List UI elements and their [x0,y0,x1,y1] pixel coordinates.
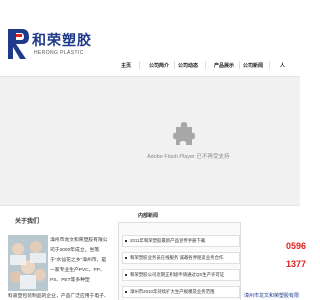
about-description-continued: 料吸塑包装制品的企业，产品广泛应用于电子、 [8,294,109,299]
nav-divider [174,61,175,69]
news-item[interactable]: 2011年和荣塑胶最新产品宣传手册下载 [122,235,240,247]
news-item-title[interactable]: 漳州市2010年持续扩大生产规模及业务范围 [130,289,214,294]
news-item[interactable]: 和荣塑胶公司近期正积极申请通过QS生产许可证 [122,269,240,281]
bullet-icon [125,291,127,293]
nav-item-more[interactable]: 人 [280,62,285,69]
flash-unsupported-message: Adobe Flash Player 已不再受支持 [147,154,230,160]
nav-item-company-updates[interactable]: 公司动态 [178,62,198,69]
nav-divider [139,61,140,69]
news-item[interactable]: 和荣塑胶业务员在线服务 诚邀各界朋友业务合作 [122,252,240,264]
nav-item-company-news[interactable]: 公司新闻 [243,62,263,69]
flash-banner-placeholder[interactable] [0,76,300,206]
nav-divider [239,61,240,69]
company-name-link[interactable]: 漳州市龙文和荣塑胶有限 [244,292,299,299]
about-photo [8,235,48,291]
brand-name-en: HERONG PLASTIC [34,50,84,56]
internal-news-heading: 内部新闻 [138,213,159,219]
nav-divider [205,61,206,69]
nav-item-company-profile[interactable]: 公司简介 [149,62,169,69]
nav-item-products[interactable]: 产品展示 [214,62,234,69]
news-item[interactable]: 漳州市2010年持续扩大生产规模及业务范围 [122,286,240,298]
header: 和荣塑胶 HERONG PLASTIC [0,0,300,59]
about-us-heading: 关于我们 [15,219,40,225]
herong-logo-icon[interactable] [8,29,30,59]
bullet-icon [125,240,127,242]
brand-name: 和荣塑胶 [32,32,92,48]
news-item-title[interactable]: 和荣塑胶公司近期正积极申请通过QS生产许可证 [130,272,224,277]
news-item-title[interactable]: 和荣塑胶业务员在线服务 诚邀各界朋友业务合作 [130,255,223,260]
contact-phone-1: 0596 [286,241,307,251]
news-item-title[interactable]: 2011年和荣塑胶最新产品宣传手册下载 [130,238,205,243]
contact-phone-2: 1377 [286,259,307,269]
bullet-icon [125,257,127,259]
bullet-icon [125,274,127,276]
nav-item-home[interactable]: 主页 [121,62,131,69]
puzzle-plugin-icon [173,122,195,145]
nav-divider [269,61,270,69]
news-list: 2011年和荣塑胶最新产品宣传手册下载 和荣塑胶业务员在线服务 诚邀各界朋友业务… [118,222,241,300]
about-description: 漳州市龙文和荣塑胶有限公司于2000年成立，坐落于"水仙花之乡"漳州市，是一家专… [50,238,108,283]
main-nav: 主页 公司简介 公司动态 产品展示 公司新闻 人 [107,54,300,76]
